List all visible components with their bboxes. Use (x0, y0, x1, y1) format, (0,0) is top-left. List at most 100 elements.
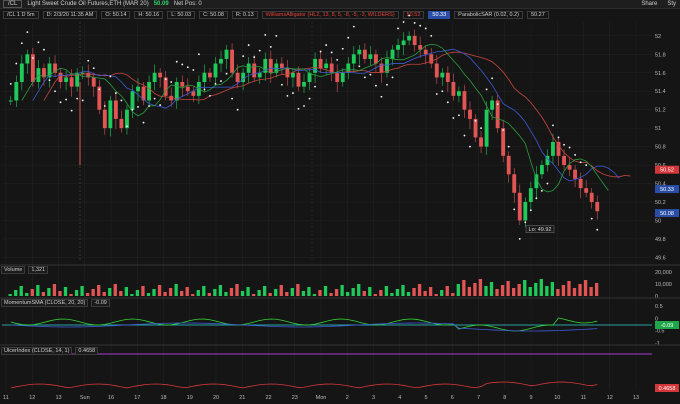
candle-body (180, 82, 185, 87)
sar-dot (131, 108, 134, 111)
candle-body (362, 49, 367, 59)
volume-bar (334, 289, 339, 296)
volume-bar (534, 283, 538, 296)
price-tick-label: 49.6 (655, 255, 666, 261)
volume-bar (473, 283, 477, 296)
candle-body (396, 45, 400, 50)
candle-body (456, 91, 461, 96)
candle-body (69, 77, 74, 87)
sar-dot (214, 82, 217, 85)
volume-bar (307, 287, 311, 296)
price-tick-label: 50.8 (655, 145, 666, 151)
price-tick-label: 51.4 (655, 89, 666, 95)
candle-body (357, 49, 362, 55)
candle-body (340, 72, 345, 82)
candle-body (219, 58, 223, 64)
sar-dot (164, 78, 167, 81)
volume-bar (130, 294, 134, 296)
volume-header: Volume 1,321 (1, 266, 49, 274)
sar-dot (247, 44, 250, 46)
candle-body (573, 169, 578, 179)
candle-body (64, 77, 69, 82)
sar-dot (308, 97, 311, 100)
price-tick-label: 51 (655, 126, 661, 132)
volume-bar (52, 284, 57, 296)
sar-dot (297, 107, 300, 110)
sar-dot (43, 48, 45, 51)
sar-dot (463, 134, 466, 137)
candle-body (523, 202, 528, 221)
volume-bar (401, 285, 405, 296)
sar-dot (20, 42, 23, 45)
momentum-sma-line (10, 322, 598, 332)
candle-body (130, 91, 135, 110)
sar-dot (507, 145, 510, 148)
volume-tick-label: 20,000 (655, 270, 672, 276)
sar-dot (397, 27, 399, 30)
candle-body (147, 82, 152, 101)
volume-bar (583, 280, 588, 296)
volume-bar (152, 289, 156, 296)
volume-bar (69, 294, 73, 296)
candle-body (279, 63, 284, 69)
sar-dot (65, 98, 67, 101)
volume-bar (318, 290, 322, 296)
candle-body (252, 63, 257, 78)
volume-bar (379, 290, 383, 296)
candle-body (423, 49, 428, 55)
volume-bar (174, 284, 178, 296)
candle-body (14, 82, 19, 101)
volume-bar (268, 293, 272, 296)
volume-bar (240, 291, 245, 296)
candle-body (202, 72, 207, 82)
candle-body (589, 192, 594, 202)
volume-bar (185, 287, 189, 296)
candle-body (324, 63, 329, 69)
volume-bar (539, 279, 543, 296)
volume-bar (417, 284, 422, 296)
sar-dot (474, 119, 477, 122)
volume-bar (251, 294, 256, 296)
volume-bar (180, 291, 184, 296)
momentum-line (10, 317, 598, 332)
sar-dot (413, 22, 416, 24)
momentum-header: MomentumSMA (CLOSE, 20, 20) -0.09 (1, 299, 110, 307)
volume-bar (108, 288, 112, 296)
volume-bar (207, 293, 211, 296)
sar-dot (408, 14, 411, 17)
momentum-label[interactable]: MomentumSMA (CLOSE, 20, 20) (1, 299, 89, 307)
volume-label[interactable]: Volume (1, 266, 26, 274)
candle-body (407, 35, 412, 41)
candle-body (368, 54, 373, 59)
volume-bar (119, 291, 123, 296)
time-tick-label: 6 (451, 395, 454, 401)
candle-body (208, 72, 212, 78)
time-tick-label: 11 (581, 395, 587, 401)
low-callout: Lo: 49.92 (529, 227, 552, 233)
candle-body (451, 82, 456, 96)
sar-dot (26, 31, 29, 34)
candle-body (434, 63, 439, 78)
sar-dot (546, 182, 549, 185)
volume-value: 1,321 (28, 266, 49, 274)
sar-dot (137, 106, 139, 108)
price-chart[interactable]: 11 12 13 Sun 16 17 18 19 20 21 22 23 Mon 2 3 4 5 6 7 8 9 10 11… (0, 0, 680, 404)
sar-dot (126, 125, 128, 128)
time-tick-label: 20 (213, 395, 219, 401)
volume-bar (362, 291, 366, 296)
sar-dot (435, 93, 438, 95)
sar-dot (325, 44, 328, 46)
candle-body (445, 72, 450, 82)
candle-body (512, 174, 517, 193)
volume-bar (434, 294, 438, 296)
candle-body (578, 178, 583, 189)
volume-bar (41, 292, 46, 296)
sar-dot (258, 49, 261, 52)
sar-dot (557, 136, 560, 139)
ulcer-label[interactable]: UlcerIndex (CLOSE, 14, 1) (1, 347, 73, 355)
ulcer-box-label: 0.4658 (659, 386, 676, 392)
sar-dot (92, 67, 95, 70)
candle-body (562, 155, 566, 166)
price-tick-label: 51.6 (655, 71, 666, 77)
volume-bar (168, 288, 173, 296)
